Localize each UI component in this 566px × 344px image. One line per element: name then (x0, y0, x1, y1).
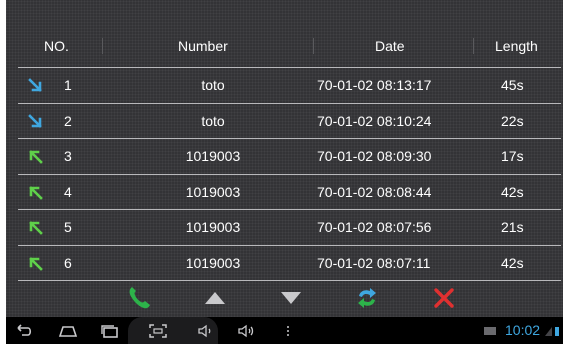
row-length: 17s (501, 148, 524, 164)
outgoing-call-arrow-icon (29, 150, 43, 164)
menu-icon[interactable] (278, 323, 298, 339)
volume-up-icon[interactable] (236, 323, 256, 339)
row-no: 3 (64, 148, 72, 164)
back-icon[interactable] (14, 323, 34, 339)
row-number: toto (201, 112, 225, 129)
volume-down-icon[interactable] (196, 323, 216, 339)
header-number: Number (178, 38, 228, 54)
call-log-table: NO. Number Date Length 1 toto 70-01-02 0… (18, 26, 561, 281)
outgoing-call-arrow-icon (29, 256, 43, 271)
row-number: 1019003 (185, 254, 241, 271)
row-no: 6 (64, 254, 72, 271)
row-date: 70-01-02 08:07:56 (317, 219, 432, 235)
row-number: 1019003 (185, 219, 241, 235)
table-row[interactable]: 1 toto 70-01-02 08:13:17 45s (18, 67, 561, 103)
outgoing-call-arrow-icon (29, 221, 43, 235)
row-date: 70-01-02 08:07:11 (317, 254, 431, 271)
header-divider (102, 38, 103, 54)
row-no: 1 (64, 77, 72, 93)
recent-apps-icon[interactable] (100, 323, 120, 339)
row-date: 70-01-02 08:08:44 (317, 183, 432, 200)
outgoing-call-arrow-icon (29, 185, 43, 200)
table-row[interactable]: 5 1019003 70-01-02 08:07:56 21s (18, 209, 561, 245)
triangle-down-icon[interactable] (278, 285, 304, 311)
row-date: 70-01-02 08:09:30 (317, 148, 432, 164)
header-date: Date (375, 38, 405, 54)
table-header: NO. Number Date Length (18, 26, 561, 67)
toolbar (6, 279, 563, 317)
row-length: 42s (501, 183, 524, 200)
system-navigation-bar: 10:02 (6, 317, 563, 344)
close-icon[interactable] (431, 285, 457, 311)
triangle-up-icon[interactable] (202, 285, 228, 311)
header-no: NO. (44, 38, 69, 54)
header-length: Length (495, 38, 538, 54)
row-length: 42s (501, 254, 524, 271)
table-row[interactable]: 3 1019003 70-01-02 08:09:30 17s (18, 138, 561, 174)
row-no: 4 (64, 183, 72, 200)
table-row[interactable]: 6 1019003 70-01-02 08:07:11 42s (18, 244, 561, 281)
row-number: 1019003 (185, 148, 241, 164)
row-length: 21s (501, 219, 524, 235)
screenshot-icon[interactable] (148, 323, 168, 339)
screen-icon (484, 327, 496, 335)
signal-battery-icon (545, 327, 559, 336)
row-length: 22s (501, 112, 524, 129)
row-no: 5 (64, 219, 72, 235)
table-row[interactable]: 2 toto 70-01-02 08:10:24 22s (18, 102, 561, 139)
incoming-call-arrow-icon (28, 113, 42, 128)
status-clock: 10:02 (505, 322, 541, 338)
header-divider (473, 38, 474, 54)
row-number: toto (201, 77, 225, 93)
row-date: 70-01-02 08:10:24 (317, 112, 432, 129)
refresh-icon[interactable] (354, 285, 380, 311)
call-log-rows: 1 toto 70-01-02 08:13:17 45s 2 toto 70-0… (18, 67, 561, 281)
row-no: 2 (64, 112, 72, 129)
phone-icon[interactable] (126, 285, 152, 311)
table-row[interactable]: 4 1019003 70-01-02 08:08:44 42s (18, 173, 561, 210)
row-date: 70-01-02 08:13:17 (317, 77, 432, 93)
row-number: 1019003 (185, 183, 241, 200)
row-length: 45s (501, 77, 524, 93)
header-divider (313, 38, 314, 54)
call-log-screen: NO. Number Date Length 1 toto 70-01-02 0… (6, 0, 563, 344)
incoming-call-arrow-icon (28, 78, 42, 92)
home-icon[interactable] (58, 323, 78, 339)
